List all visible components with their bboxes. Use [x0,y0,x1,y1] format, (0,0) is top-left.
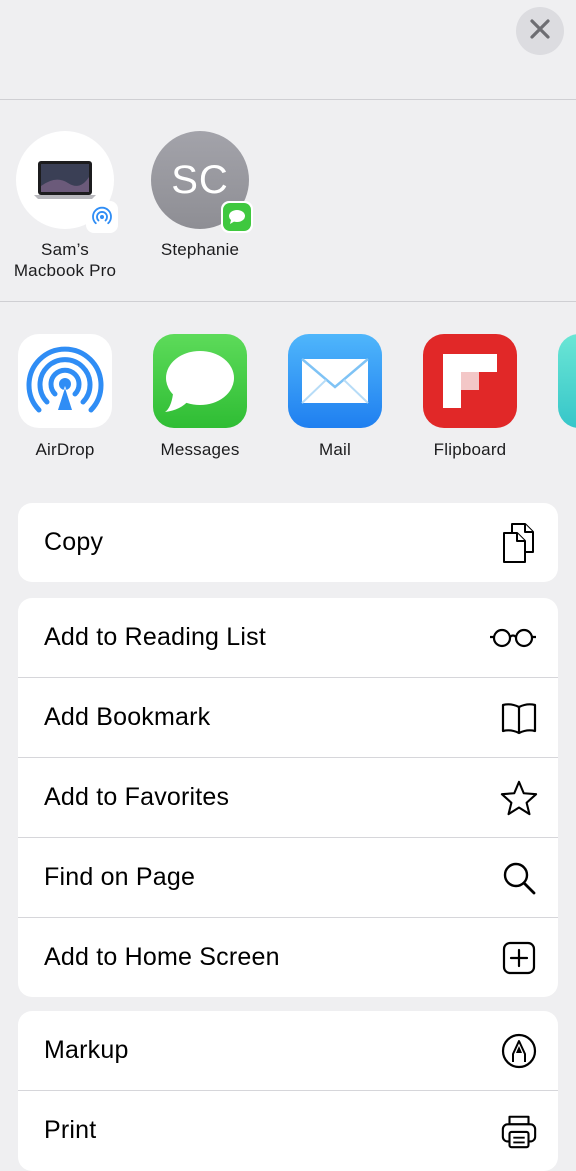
action-group-tools: Markup Print [18,1011,558,1171]
action-label: Add Bookmark [44,703,211,731]
copy-action[interactable]: Copy [18,503,558,582]
action-label: Add to Favorites [44,783,230,811]
action-label: Add to Reading List [44,623,267,651]
glasses-icon [488,619,538,657]
app-label: F [540,439,576,460]
add-to-reading-list-action[interactable]: Add to Reading List [18,598,558,677]
messages-badge [221,201,253,233]
action-label: Markup [44,1036,129,1064]
person-sams-macbook-pro[interactable]: Sam’s Macbook Pro [0,131,130,281]
people-suggestions-row: Sam’s Macbook Pro SC Stephanie [0,100,576,302]
share-sheet-header [0,0,576,100]
app-icon [558,334,576,428]
messages-icon [229,210,245,224]
airdrop-icon [92,206,112,225]
airdrop-badge [86,201,118,233]
action-label: Copy [44,528,104,556]
plus-square-icon [500,939,538,977]
action-label: Print [44,1116,97,1144]
flipboard-icon [423,334,517,428]
person-name: Sam’s Macbook Pro [13,240,117,280]
messages-icon [153,334,247,428]
find-on-page-action[interactable]: Find on Page [18,837,558,917]
app-label: Messages [160,440,240,459]
close-button[interactable] [516,7,564,55]
person-name: Stephanie [160,240,240,259]
app-partial[interactable]: F [540,334,576,460]
app-label: AirDrop [35,440,95,459]
add-bookmark-action[interactable]: Add Bookmark [18,677,558,757]
app-label: Mail [319,440,351,459]
app-share-row: AirDrop Messages Mail Flipboard [0,302,576,492]
add-to-home-screen-action[interactable]: Add to Home Screen [18,917,558,997]
copy-icon [500,522,538,563]
person-stephanie[interactable]: SC Stephanie [135,131,265,260]
markup-action[interactable]: Markup [18,1011,558,1090]
book-icon [500,699,538,737]
action-label: Find on Page [44,863,196,891]
action-group-copy: Copy [18,503,558,582]
star-icon [500,779,538,817]
print-action[interactable]: Print [18,1090,558,1170]
search-icon [500,859,538,897]
app-label: Flipboard [433,440,507,459]
action-label: Add to Home Screen [44,943,280,971]
app-mail[interactable]: Mail [270,334,400,460]
app-airdrop[interactable]: AirDrop [0,334,130,460]
app-messages[interactable]: Messages [135,334,265,460]
add-to-favorites-action[interactable]: Add to Favorites [18,757,558,837]
markup-icon [500,1032,538,1070]
close-icon [529,18,551,45]
printer-icon [500,1112,538,1150]
airdrop-icon [18,334,112,428]
mail-icon [288,334,382,428]
action-group-page: Add to Reading List Add Bookmark Add to … [18,598,558,997]
app-flipboard[interactable]: Flipboard [405,334,535,460]
